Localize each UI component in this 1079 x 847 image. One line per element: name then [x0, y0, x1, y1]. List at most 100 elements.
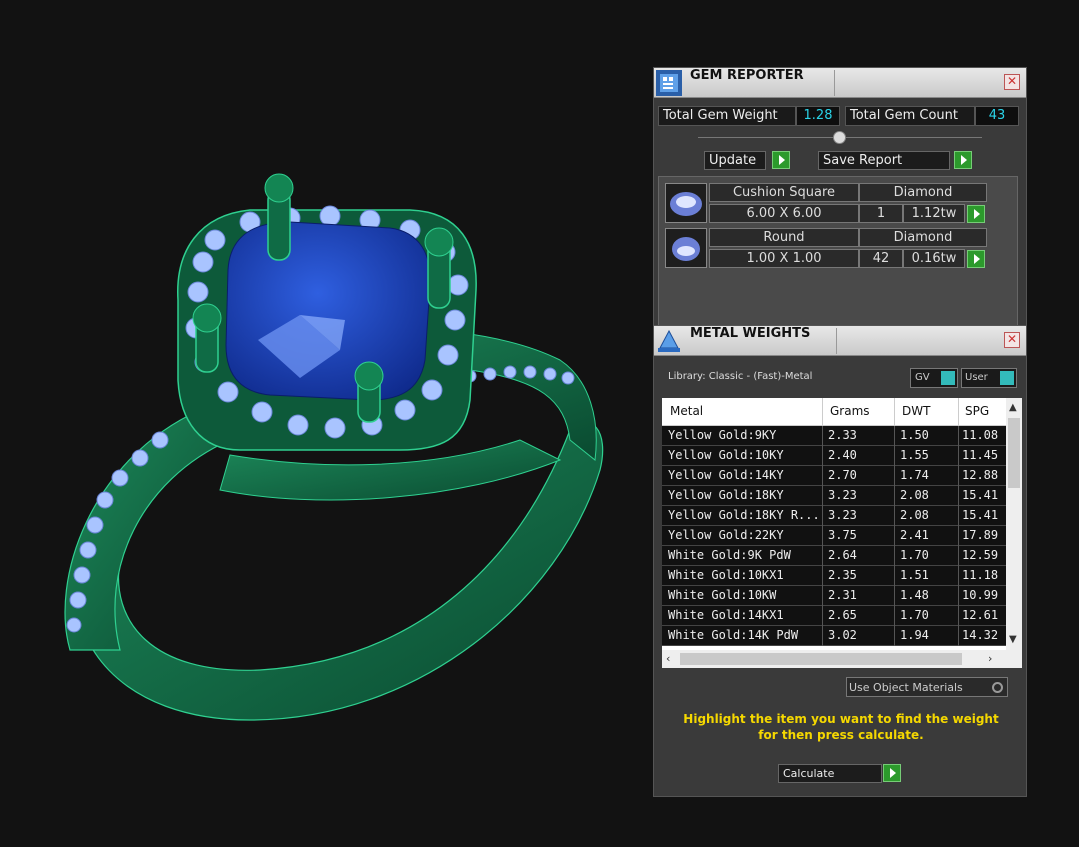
table-row[interactable]: Yellow Gold:14KY 2.70 1.74 12.88	[662, 466, 1006, 486]
table-row[interactable]: Yellow Gold:18KY 3.23 2.08 15.41	[662, 486, 1006, 506]
scroll-right-icon[interactable]: ›	[988, 652, 992, 665]
gem-shape: Round	[709, 228, 859, 247]
table-row[interactable]: White Gold:9K PdW 2.64 1.70 12.59	[662, 546, 1006, 566]
gem-reporter-icon	[656, 70, 682, 96]
dwt-value: 1.48	[900, 588, 929, 602]
grams-value: 2.65	[828, 608, 857, 622]
cushion-gem-thumbnail-icon[interactable]	[665, 183, 707, 223]
col-grams[interactable]: Grams	[830, 404, 870, 418]
grams-value: 3.23	[828, 508, 857, 522]
gem-reporter-close-button[interactable]: ✕	[1004, 74, 1020, 90]
grams-value: 2.33	[828, 428, 857, 442]
gv-toggle-icon	[941, 371, 955, 385]
spg-value: 11.18	[962, 568, 999, 582]
grams-value: 2.31	[828, 588, 857, 602]
scroll-up-icon[interactable]: ▲	[1009, 402, 1017, 413]
col-metal[interactable]: Metal	[670, 404, 703, 418]
metal-name: White Gold:10KX1	[668, 568, 784, 582]
metal-weights-titlebar[interactable]: METAL WEIGHTS ✕	[654, 326, 1026, 356]
gv-label: GV	[915, 372, 930, 383]
gem-weight: 1.12tw	[903, 204, 965, 223]
gem-select-play-icon[interactable]	[967, 205, 985, 223]
calculate-button[interactable]: Calculate	[778, 764, 882, 783]
table-row[interactable]: Yellow Gold:18KY R... 3.23 2.08 15.41	[662, 506, 1006, 526]
scroll-thumb[interactable]	[1008, 418, 1020, 488]
spg-value: 11.45	[962, 448, 999, 462]
gem-reporter-panel: GEM REPORTER ✕ Total Gem Weight 1.28 Tot…	[653, 67, 1027, 329]
gem-type: Diamond	[859, 183, 987, 202]
metal-name: Yellow Gold:10KY	[668, 448, 784, 462]
gv-toggle[interactable]: GV	[910, 368, 958, 388]
table-row[interactable]: Yellow Gold:22KY 3.75 2.41 17.89	[662, 526, 1006, 546]
total-gem-weight-label: Total Gem Weight	[658, 106, 796, 126]
metal-weights-panel: METAL WEIGHTS ✕ Library: Classic - (Fast…	[653, 325, 1027, 797]
grams-value: 2.70	[828, 468, 857, 482]
user-toggle[interactable]: User	[961, 368, 1017, 388]
dwt-value: 1.55	[900, 448, 929, 462]
metal-name: White Gold:10KW	[668, 588, 777, 602]
table-row[interactable]: White Gold:14K PdW 3.02 1.94 14.32	[662, 626, 1006, 646]
gem-size: 6.00 X 6.00	[709, 204, 859, 223]
update-button[interactable]: Update	[704, 151, 766, 170]
col-spg[interactable]: SPG	[965, 404, 989, 418]
dwt-value: 1.51	[900, 568, 929, 582]
spg-value: 12.61	[962, 608, 999, 622]
metal-weights-close-button[interactable]: ✕	[1004, 332, 1020, 348]
gem-reporter-title: GEM REPORTER	[690, 68, 804, 83]
gem-weight: 0.16tw	[903, 249, 965, 268]
spg-value: 15.41	[962, 488, 999, 502]
gem-shape: Cushion Square	[709, 183, 859, 202]
table-row[interactable]: Yellow Gold:9KY 2.33 1.50 11.08	[662, 426, 1006, 446]
3d-viewport[interactable]	[0, 0, 650, 843]
gem-select-play-icon[interactable]	[967, 250, 985, 268]
use-object-materials-toggle[interactable]: Use Object Materials	[846, 677, 1008, 697]
col-dwt[interactable]: DWT	[902, 404, 930, 418]
table-row[interactable]: Yellow Gold:10KY 2.40 1.55 11.45	[662, 446, 1006, 466]
metal-name: White Gold:14KX1	[668, 608, 784, 622]
user-toggle-icon	[1000, 371, 1014, 385]
grams-value: 3.75	[828, 528, 857, 542]
gem-count: 42	[859, 249, 903, 268]
collapse-handle-icon[interactable]	[833, 131, 846, 144]
calculate-play-icon[interactable]	[883, 764, 901, 782]
scale-icon	[656, 328, 682, 354]
round-gem-thumbnail-icon[interactable]	[665, 228, 707, 268]
metal-name: White Gold:14K PdW	[668, 628, 799, 642]
table-row[interactable]: White Gold:10KW 2.31 1.48 10.99	[662, 586, 1006, 606]
table-row[interactable]: White Gold:14KX1 2.65 1.70 12.61	[662, 606, 1006, 626]
dwt-value: 1.70	[900, 608, 929, 622]
vertical-scrollbar[interactable]: ▲ ▼	[1006, 398, 1022, 650]
horizontal-scrollbar[interactable]: ‹ ›	[662, 650, 1022, 668]
scroll-h-thumb[interactable]	[680, 653, 962, 665]
grams-value: 2.64	[828, 548, 857, 562]
metal-name: Yellow Gold:18KY	[668, 488, 784, 502]
grams-value: 2.40	[828, 448, 857, 462]
table-row[interactable]: White Gold:10KX1 2.35 1.51 11.18	[662, 566, 1006, 586]
metal-weights-title: METAL WEIGHTS	[690, 326, 811, 341]
update-play-icon[interactable]	[772, 151, 790, 169]
gem-type: Diamond	[859, 228, 987, 247]
grams-value: 3.02	[828, 628, 857, 642]
metal-name: Yellow Gold:18KY R...	[668, 508, 818, 522]
metal-name: White Gold:9K PdW	[668, 548, 791, 562]
use-object-materials-label: Use Object Materials	[849, 681, 963, 694]
spg-value: 15.41	[962, 508, 999, 522]
save-report-button[interactable]: Save Report	[818, 151, 950, 170]
save-report-play-icon[interactable]	[954, 151, 972, 169]
metal-name: Yellow Gold:22KY	[668, 528, 784, 542]
instructions-text: Highlight the item you want to find the …	[683, 712, 999, 742]
scroll-left-icon[interactable]: ‹	[666, 652, 670, 665]
gem-reporter-titlebar[interactable]: GEM REPORTER ✕	[654, 68, 1026, 98]
spg-value: 17.89	[962, 528, 999, 542]
metal-table[interactable]: Metal Grams DWT SPG Yellow Gold:9KY 2.33 1…	[662, 398, 1022, 668]
dwt-value: 1.50	[900, 428, 929, 442]
library-label: Library: Classic - (Fast)-Metal	[668, 371, 813, 382]
radio-icon	[992, 682, 1003, 693]
scroll-down-icon[interactable]: ▼	[1009, 634, 1017, 645]
grams-value: 3.23	[828, 488, 857, 502]
total-gem-count-label: Total Gem Count	[845, 106, 975, 126]
metal-name: Yellow Gold:9KY	[668, 428, 777, 442]
dwt-value: 1.70	[900, 548, 929, 562]
total-gem-weight-value: 1.28	[796, 106, 840, 126]
spg-value: 12.88	[962, 468, 999, 482]
